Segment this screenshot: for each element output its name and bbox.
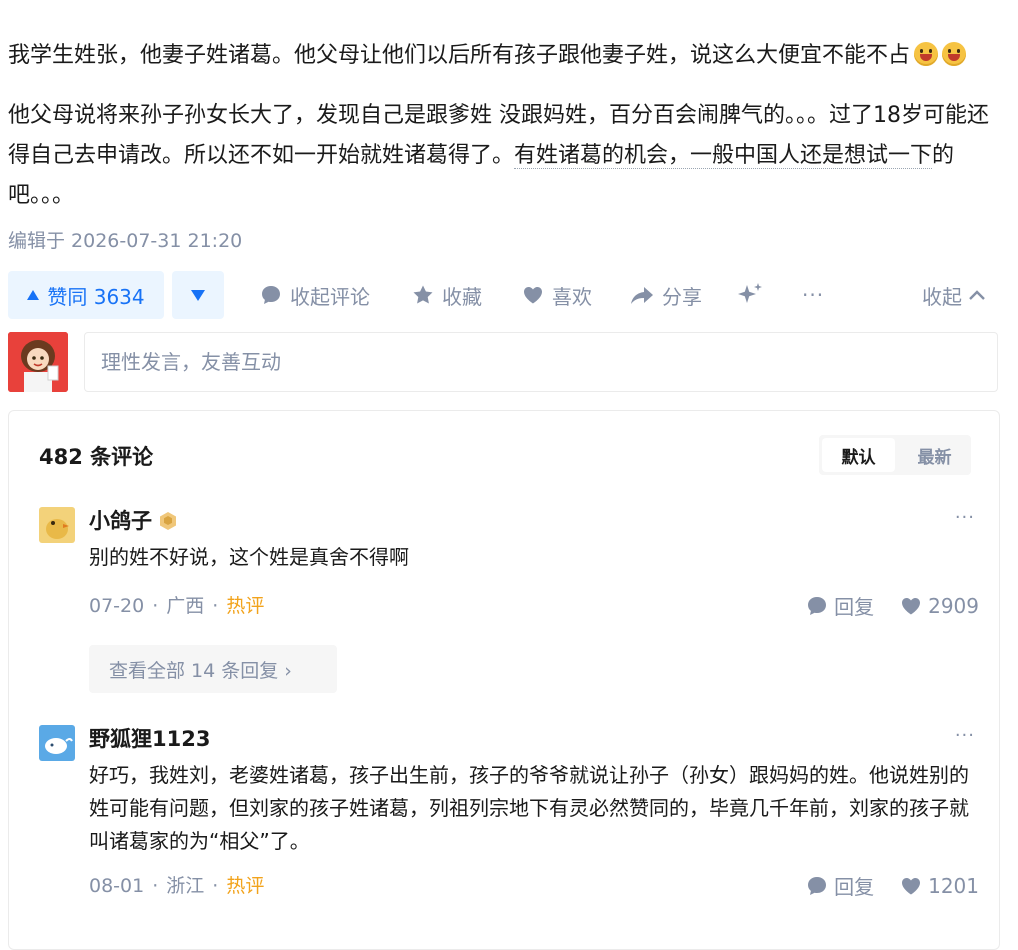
answer-content: 我学生姓张，他妻子姓诸葛。他父母让他们以后所有孩子跟他妻子姓，说这么大便宜不能不… (8, 36, 1008, 216)
comment-text: 好巧，我姓刘，老婆姓诸葛，孩子出生前，孩子的爷爷就说让孙子（孙女）跟妈妈的姓。他… (89, 763, 969, 853)
cartoon-girl-avatar-icon (8, 332, 68, 392)
comment-input[interactable] (84, 332, 998, 392)
comment-meta: 07-20 · 广西 · 热评 (89, 595, 265, 617)
comment-composer (8, 332, 1000, 396)
avatar (39, 507, 75, 543)
answer-paragraph: 他父母说将来孙子孙女长大了，发现自己是跟爹姓 没跟妈姓，百分百会闹脾气的。。。过… (8, 96, 1008, 216)
comment-more-button[interactable]: ··· (955, 507, 975, 528)
sparkle-icon (738, 283, 762, 303)
ai-sparkle-button[interactable] (736, 271, 772, 319)
more-actions-button[interactable]: ··· (802, 271, 824, 319)
whale-avatar-icon (39, 725, 75, 761)
hot-comment-tag: 热评 (226, 875, 265, 897)
collapse-comments-button[interactable]: 收起评论 (260, 271, 370, 319)
comment-date: 07-20 (89, 595, 145, 617)
highlighted-text[interactable]: 有姓诸葛的机会，一般中国人还是想试一下 (514, 143, 933, 169)
comment-username[interactable]: 小鸽子 (89, 505, 178, 535)
member-badge-icon (160, 512, 176, 530)
comment-item: 野狐狸1123 ··· 好巧，我姓刘，老婆姓诸葛，孩子出生前，孩子的爷爷就说让孙… (39, 725, 979, 945)
upvote-button[interactable]: 赞同 3634 (8, 271, 164, 319)
upvote-label: 赞同 3634 (47, 284, 145, 309)
heart-icon (902, 877, 921, 894)
heart-icon (524, 287, 542, 304)
favorite-button[interactable]: 收藏 (412, 271, 482, 319)
edited-timestamp: 编辑于 2026-07-31 21:20 (8, 230, 243, 252)
avatar (8, 332, 68, 392)
share-label: 分享 (662, 284, 702, 309)
chevron-up-icon (969, 290, 985, 300)
share-button[interactable]: 分享 (630, 271, 702, 319)
comment-region: 浙江 (166, 875, 205, 897)
comment-bubble-icon (808, 596, 827, 615)
star-icon (413, 285, 433, 304)
collapse-answer-button[interactable]: 收起 (922, 271, 986, 319)
reply-button[interactable]: 回复 (806, 871, 874, 900)
comments-panel: 482 条评论 默认 最新 小鸽子 ··· 别的姓不好说，这个姓是真舍不得啊 0… (8, 410, 1000, 950)
comment-username[interactable]: 野狐狸1123 (89, 723, 210, 753)
comment-count: 482 条评论 (39, 445, 154, 469)
favorite-label: 收藏 (442, 284, 482, 309)
grin-emoji-icon (942, 42, 967, 66)
share-arrow-icon (631, 287, 653, 304)
like-button[interactable]: 喜欢 (522, 271, 592, 319)
comment-bubble-icon (262, 286, 280, 304)
comment-item: 小鸽子 ··· 别的姓不好说，这个姓是真舍不得啊 07-20 · 广西 · 热评 回复 … (39, 507, 979, 707)
reply-button[interactable]: 回复 (806, 591, 874, 620)
comment-text: 别的姓不好说，这个姓是真舍不得啊 (89, 545, 409, 569)
collapse-label: 收起 (922, 284, 962, 309)
upvote-arrow-icon (27, 290, 40, 300)
comment-like-button[interactable]: 2909 (900, 591, 979, 620)
sort-latest-tab[interactable]: 最新 (898, 435, 971, 475)
heart-icon (902, 597, 921, 614)
comment-region: 广西 (166, 595, 205, 617)
comment-date: 08-01 (89, 875, 145, 897)
downvote-arrow-icon (191, 289, 205, 301)
comment-actions: 回复 2909 (806, 591, 979, 620)
downvote-button[interactable] (172, 271, 224, 319)
view-all-replies-button[interactable]: 查看全部 14 条回复 › (89, 645, 337, 693)
comment-like-button[interactable]: 1201 (900, 871, 979, 900)
grin-emoji-icon (914, 42, 939, 66)
avatar (39, 725, 75, 761)
comment-meta: 08-01 · 浙江 · 热评 (89, 875, 265, 897)
sort-default-tab[interactable]: 默认 (822, 438, 895, 472)
collapse-comments-label: 收起评论 (290, 284, 370, 309)
comment-sort-toggle: 默认 最新 (819, 435, 971, 475)
answer-action-bar: 赞同 3634 收起评论 收藏 喜欢 分享 ··· 收起 (8, 271, 998, 319)
bird-avatar-icon (39, 507, 75, 543)
like-label: 喜欢 (552, 284, 592, 309)
answer-paragraph: 我学生姓张，他妻子姓诸葛。他父母让他们以后所有孩子跟他妻子姓，说这么大便宜不能不… (8, 36, 1008, 76)
comment-actions: 回复 1201 (806, 871, 979, 900)
comment-bubble-icon (808, 876, 827, 895)
answer-text: 我学生姓张，他妻子姓诸葛。他父母让他们以后所有孩子跟他妻子姓，说这么大便宜不能不… (8, 43, 911, 68)
comment-more-button[interactable]: ··· (955, 725, 975, 746)
hot-comment-tag: 热评 (226, 595, 265, 617)
